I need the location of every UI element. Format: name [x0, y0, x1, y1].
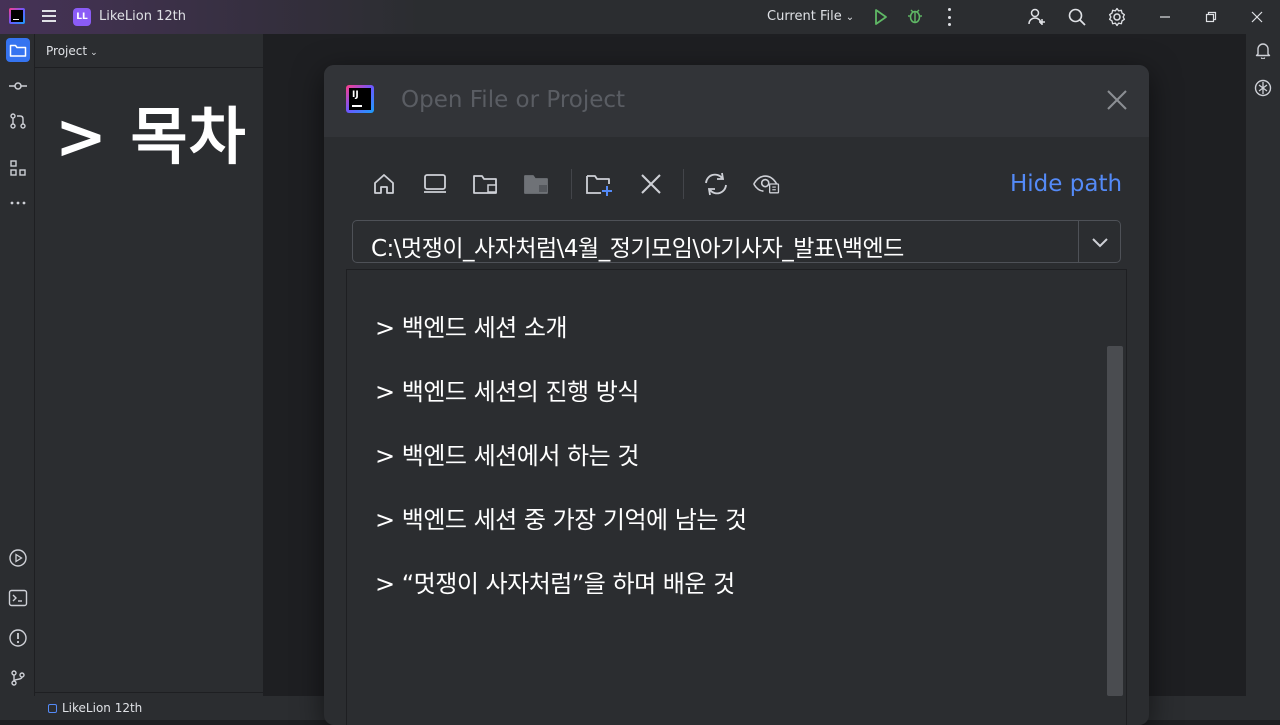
- commit-icon: [9, 82, 27, 90]
- tree-item[interactable]: > “멋쟁이 사자처럼”을 하며 배운 것: [375, 564, 735, 599]
- folder-icon: [9, 44, 27, 57]
- home-icon: [374, 174, 394, 194]
- chevron-down-icon: ⌄: [845, 12, 855, 23]
- project-directory-button[interactable]: [471, 169, 501, 199]
- delete-button[interactable]: [636, 169, 666, 199]
- close-icon: [1251, 11, 1263, 23]
- hide-path-link[interactable]: Hide path: [1010, 171, 1122, 197]
- folder-module-icon: [524, 175, 548, 194]
- minimize-icon: [1160, 16, 1170, 18]
- notifications-tool-button[interactable]: [1251, 38, 1275, 62]
- intellij-logo-icon: [9, 8, 25, 24]
- eye-hidden-icon: [753, 175, 780, 194]
- tree-item[interactable]: > 백엔드 세션 중 가장 기억에 남는 것: [375, 500, 747, 535]
- chevron-down-icon: ⌄: [90, 48, 98, 58]
- delete-x-icon: [641, 174, 661, 194]
- vertical-scrollbar[interactable]: [1107, 346, 1123, 696]
- dialog-header: IJ Open File or Project: [324, 65, 1149, 137]
- file-tree[interactable]: > 백엔드 세션 소개 > 백엔드 세션의 진행 방식 > 백엔드 세션에서 하…: [346, 269, 1127, 725]
- ai-assistant-tool-button[interactable]: [1251, 76, 1275, 100]
- status-project-breadcrumb[interactable]: LikeLion 12th: [48, 701, 142, 715]
- slide-title: > 목차: [55, 100, 247, 173]
- warning-circle-icon: [9, 629, 27, 647]
- project-name[interactable]: LikeLion 12th: [99, 9, 186, 24]
- bell-icon: [1255, 43, 1271, 59]
- title-bar: LL LikeLion 12th Current File ⌄: [0, 0, 1280, 34]
- module-icon: [48, 703, 57, 713]
- add-user-icon[interactable]: [1027, 7, 1047, 27]
- run-config-selector[interactable]: Current File ⌄: [767, 9, 854, 24]
- module-directory-button[interactable]: [522, 169, 552, 199]
- debug-button[interactable]: [906, 7, 924, 25]
- toolbar-separator: [683, 169, 684, 199]
- search-icon[interactable]: [1067, 7, 1087, 27]
- path-input[interactable]: C:\멋쟁이_사자처럼\4월_정기모임\아기사자_발표\백엔드: [352, 220, 1121, 263]
- play-icon: [875, 9, 887, 25]
- ai-assistant-icon: [1254, 79, 1272, 97]
- folder-project-icon: [473, 175, 497, 194]
- more-horizontal-icon: [10, 201, 26, 205]
- pull-requests-tool-button[interactable]: [6, 109, 30, 133]
- bug-icon: [908, 9, 922, 24]
- right-tool-strip: [1246, 34, 1280, 696]
- structure-tool-button[interactable]: [6, 156, 30, 180]
- run-circle-icon: [9, 549, 27, 567]
- terminal-icon: [8, 589, 28, 607]
- panel-divider: [35, 67, 275, 68]
- more-actions-icon[interactable]: [946, 8, 952, 26]
- tree-item[interactable]: > 백엔드 세션에서 하는 것: [375, 436, 639, 471]
- desktop-button[interactable]: [420, 169, 450, 199]
- project-badge[interactable]: LL: [73, 8, 91, 26]
- show-hidden-files-button[interactable]: [752, 169, 782, 199]
- left-tool-strip: [0, 34, 35, 696]
- git-tool-button[interactable]: [6, 666, 30, 690]
- tree-item[interactable]: > 백엔드 세션 소개: [375, 308, 568, 343]
- restore-button[interactable]: [1188, 0, 1234, 34]
- chevron-down-icon: [1092, 238, 1108, 248]
- project-tool-button[interactable]: [6, 38, 30, 62]
- close-icon: [1107, 90, 1127, 110]
- tree-item[interactable]: > 백엔드 세션의 진행 방식: [375, 372, 639, 407]
- path-input-value: C:\멋쟁이_사자처럼\4월_정기모임\아기사자_발표\백엔드: [371, 236, 904, 262]
- problems-tool-button[interactable]: [6, 626, 30, 650]
- more-tools-button[interactable]: [6, 191, 30, 215]
- run-config-label: Current File: [767, 9, 842, 24]
- restore-icon: [1205, 11, 1217, 23]
- dialog-close-button[interactable]: [1104, 87, 1130, 113]
- title-bar-glow: [0, 0, 420, 34]
- refresh-icon: [705, 172, 727, 196]
- intellij-logo-icon: IJ: [346, 85, 374, 113]
- status-project-label: LikeLion 12th: [62, 701, 143, 715]
- open-file-dialog: IJ Open File or Project Hide path C:\멋쟁이…: [324, 65, 1149, 725]
- structure-icon: [10, 160, 26, 176]
- main-menu-icon[interactable]: [42, 10, 56, 22]
- minimize-button[interactable]: [1142, 0, 1188, 34]
- branch-icon: [11, 670, 25, 686]
- terminal-tool-button[interactable]: [6, 586, 30, 610]
- run-tool-button[interactable]: [6, 546, 30, 570]
- close-window-button[interactable]: [1234, 0, 1280, 34]
- project-panel-title: Project: [46, 44, 88, 58]
- new-folder-button[interactable]: [585, 169, 615, 199]
- refresh-button[interactable]: [701, 169, 731, 199]
- project-panel-header[interactable]: Project ⌄: [46, 44, 98, 58]
- run-button[interactable]: [868, 6, 892, 28]
- path-dropdown-separator: [1078, 221, 1079, 262]
- new-folder-icon: [586, 175, 612, 196]
- desktop-icon: [424, 174, 446, 193]
- project-panel: Project ⌄ > 목차: [35, 34, 275, 696]
- pull-request-icon: [10, 113, 26, 129]
- path-history-dropdown[interactable]: [1086, 231, 1114, 253]
- gear-icon[interactable]: [1107, 7, 1127, 27]
- commit-tool-button[interactable]: [6, 74, 30, 98]
- dialog-title: Open File or Project: [401, 87, 626, 113]
- panel-bottom-divider: [35, 692, 275, 693]
- toolbar-separator: [571, 169, 572, 199]
- home-button[interactable]: [369, 169, 399, 199]
